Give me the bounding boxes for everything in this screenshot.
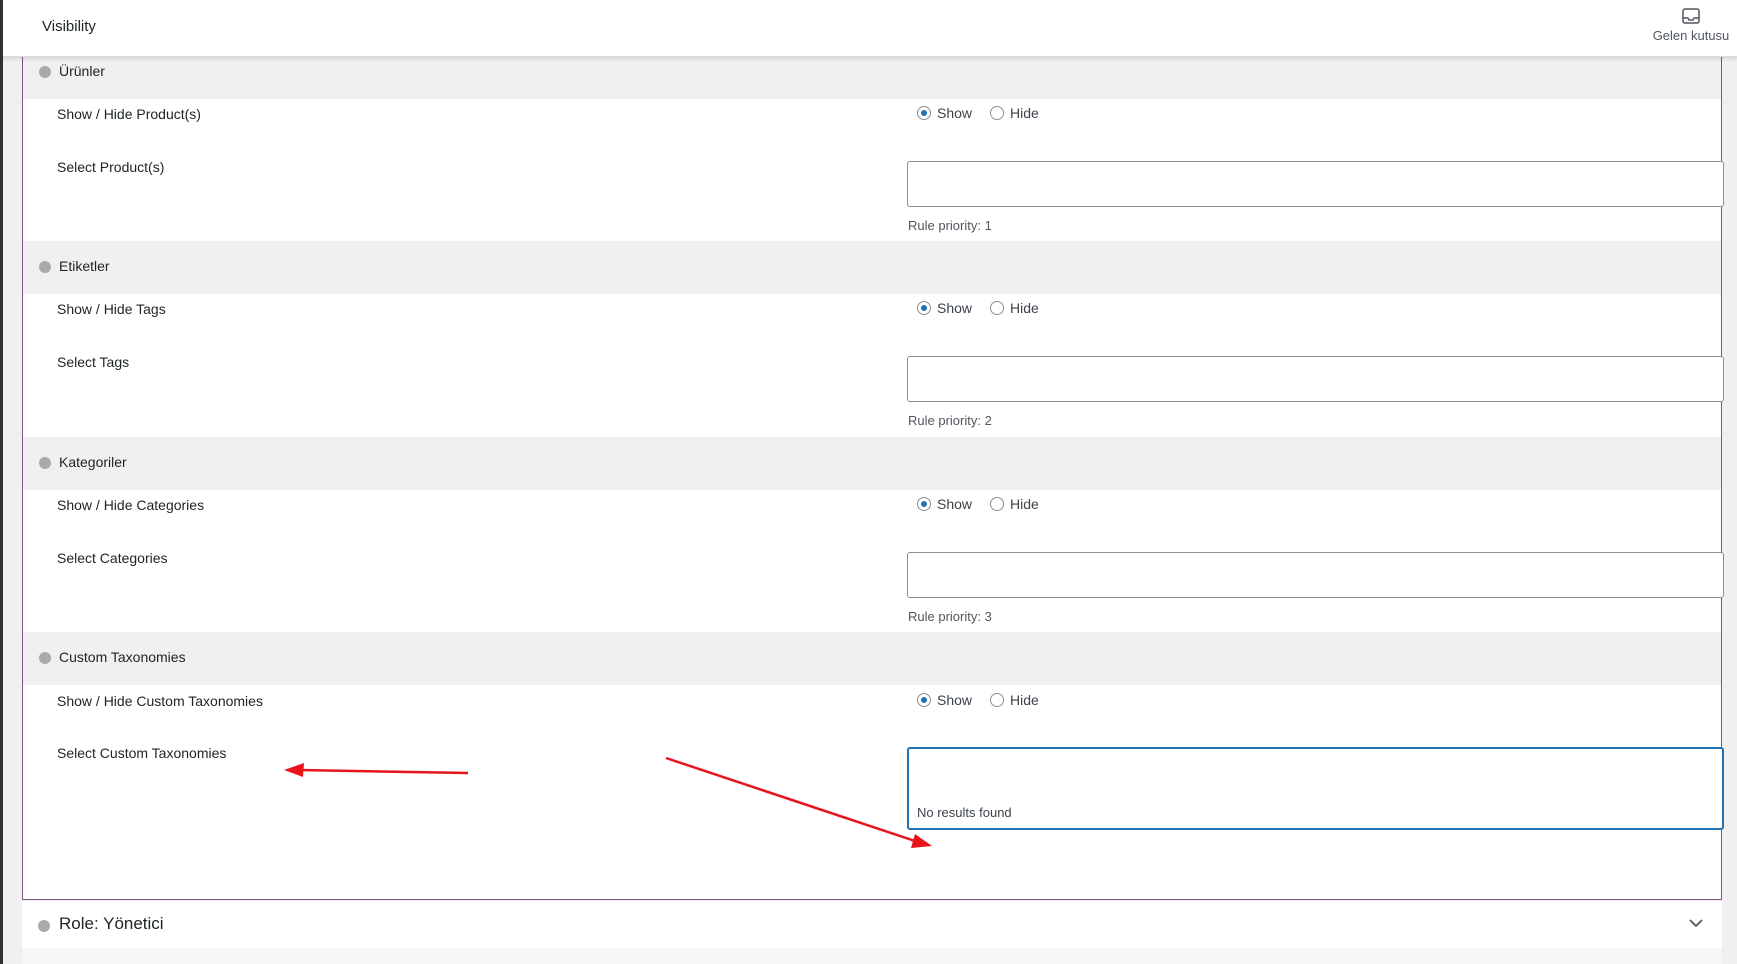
section-title: Kategoriler <box>59 454 127 470</box>
toggle-label-products: Show / Hide Product(s) <box>57 106 201 122</box>
section-title: Ürünler <box>59 63 105 79</box>
section-title: Custom Taxonomies <box>59 649 186 665</box>
bullet-icon <box>39 457 51 469</box>
toggle-label-tags: Show / Hide Tags <box>57 301 166 317</box>
dropdown-no-results: No results found <box>917 805 1012 820</box>
role-title: Role: Yönetici <box>59 914 164 933</box>
select-label-categories: Select Categories <box>57 550 168 566</box>
radio-unchecked-icon <box>990 497 1005 511</box>
rule-priority-tags: Rule priority: 2 <box>908 413 992 428</box>
toggle-label-custom-taxonomies: Show / Hide Custom Taxonomies <box>57 693 263 709</box>
inbox-button[interactable]: Gelen kutusu <box>1651 8 1731 43</box>
section-title: Etiketler <box>59 258 110 274</box>
select-label-products: Select Product(s) <box>57 159 165 175</box>
inbox-icon <box>1682 8 1700 24</box>
section-header-categories: Kategoriler <box>23 437 1721 490</box>
radio-hide-custom-taxonomies[interactable]: Hide <box>990 692 1039 708</box>
radio-group-categories: Show Hide <box>917 496 1057 512</box>
role-accordion-yonetici[interactable]: Role: Yönetici <box>22 901 1722 948</box>
bullet-icon <box>38 920 50 932</box>
radio-hide-products[interactable]: Hide <box>990 105 1039 121</box>
radio-unchecked-icon <box>990 106 1005 120</box>
select-products-input[interactable] <box>907 161 1724 207</box>
radio-show-categories[interactable]: Show <box>917 496 972 512</box>
select-custom-taxonomies-input[interactable]: No results found <box>907 747 1724 830</box>
rule-priority-categories: Rule priority: 3 <box>908 609 992 624</box>
radio-hide-categories[interactable]: Hide <box>990 496 1039 512</box>
toggle-label-categories: Show / Hide Categories <box>57 497 205 513</box>
section-header-tags: Etiketler <box>23 241 1721 294</box>
radio-show-products[interactable]: Show <box>917 105 972 121</box>
radio-unchecked-icon <box>990 301 1005 315</box>
chevron-down-icon[interactable] <box>1688 915 1704 931</box>
inbox-label: Gelen kutusu <box>1652 28 1730 43</box>
radio-show-tags[interactable]: Show <box>917 300 972 316</box>
page-title: Visibility <box>42 18 96 35</box>
bullet-icon <box>39 261 51 273</box>
radio-checked-icon <box>917 106 931 120</box>
radio-show-custom-taxonomies[interactable]: Show <box>917 692 972 708</box>
admin-sidebar-edge <box>0 0 3 964</box>
radio-unchecked-icon <box>990 693 1005 707</box>
select-categories-input[interactable] <box>907 552 1724 598</box>
select-label-custom-taxonomies: Select Custom Taxonomies <box>57 745 227 761</box>
section-header-custom-taxonomies: Custom Taxonomies <box>23 632 1721 685</box>
radio-group-products: Show Hide <box>917 105 1057 121</box>
rule-priority-products: Rule priority: 1 <box>908 218 992 233</box>
radio-checked-icon <box>917 693 931 707</box>
bullet-icon <box>39 652 51 664</box>
radio-checked-icon <box>917 301 931 315</box>
radio-checked-icon <box>917 497 931 511</box>
radio-group-custom-taxonomies: Show Hide <box>917 692 1057 708</box>
bottom-strip <box>22 948 1722 964</box>
top-bar: Visibility Gelen kutusu <box>0 0 1737 57</box>
radio-hide-tags[interactable]: Hide <box>990 300 1039 316</box>
visibility-rules-panel: Ürünler Show / Hide Product(s) Show Hide… <box>22 45 1724 900</box>
radio-group-tags: Show Hide <box>917 300 1057 316</box>
bullet-icon <box>39 66 51 78</box>
select-label-tags: Select Tags <box>57 354 130 370</box>
select-tags-input[interactable] <box>907 356 1724 402</box>
